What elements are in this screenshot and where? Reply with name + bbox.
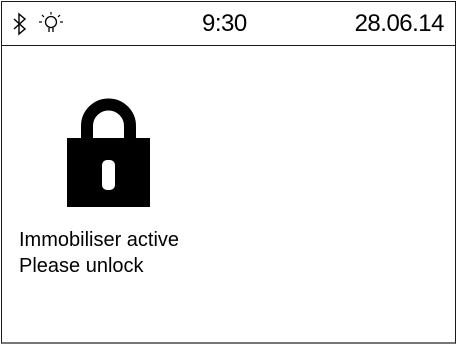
immobiliser-message: Immobiliser active Please unlock: [19, 227, 179, 279]
light-sensor-icon: [39, 12, 63, 32]
status-bar: 9:30 28.06.14: [2, 2, 455, 46]
current-date: 28.06.14: [354, 10, 445, 37]
clock-time: 9:30: [202, 10, 247, 37]
display-screen: 9:30 28.06.14 Immobiliser active Please …: [1, 1, 456, 344]
padlock-icon: [67, 98, 150, 207]
message-line-instruction: Please unlock: [19, 255, 144, 277]
bluetooth-icon: [13, 12, 27, 36]
message-line-status: Immobiliser active: [19, 229, 180, 251]
